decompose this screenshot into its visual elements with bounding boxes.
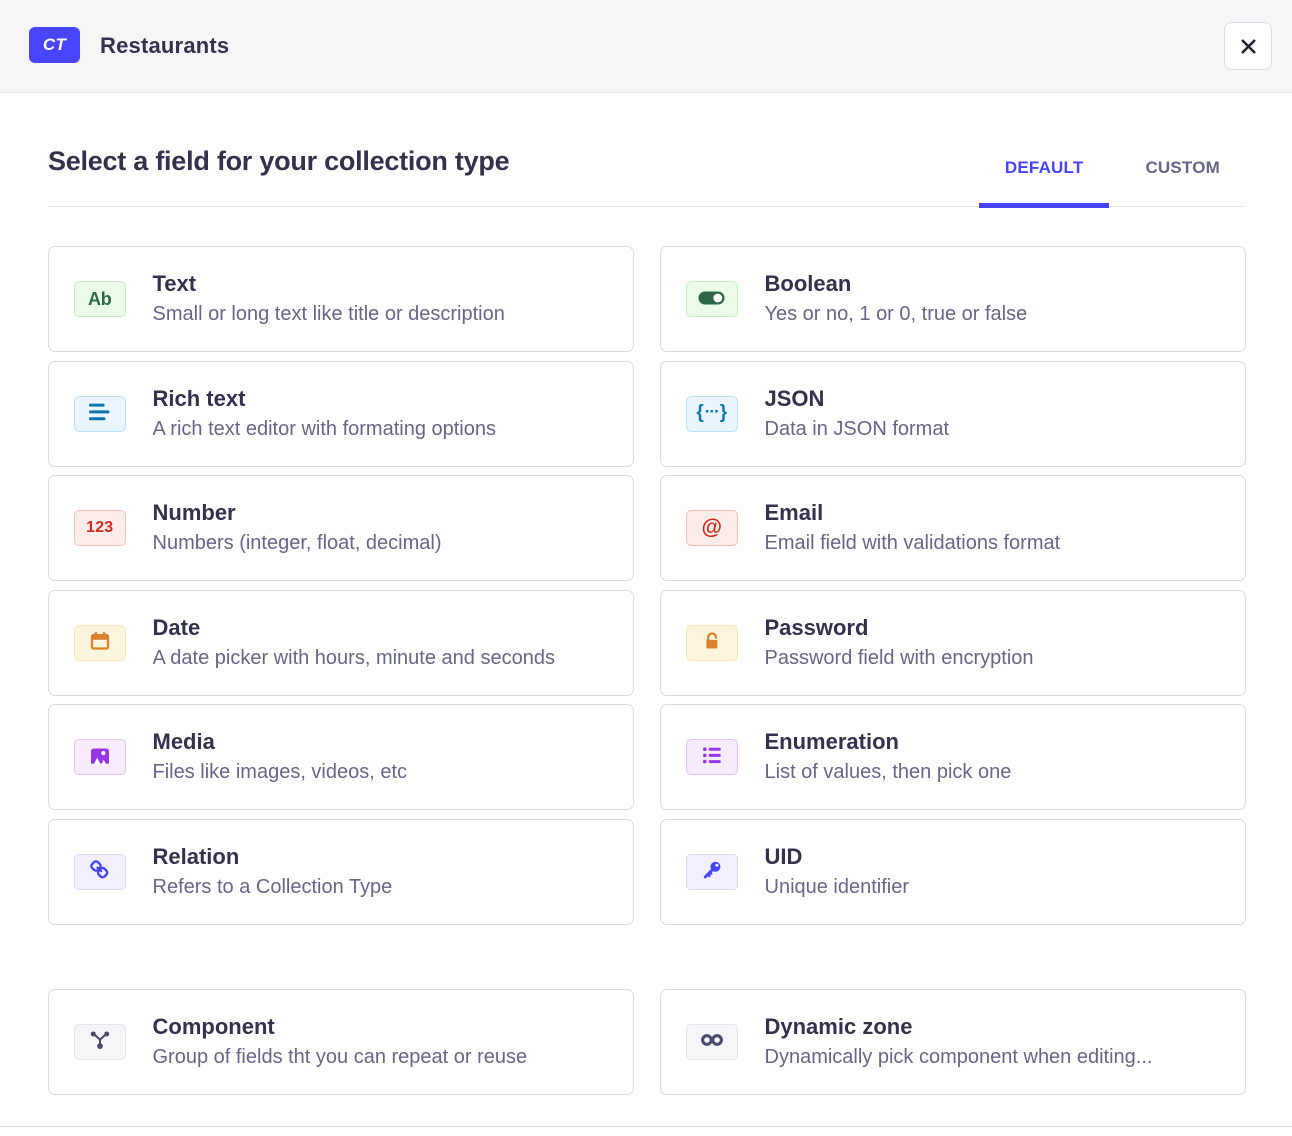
field-description: Unique identifier <box>765 874 910 900</box>
field-title: Relation <box>153 844 393 869</box>
field-title: JSON <box>765 386 950 411</box>
field-title: UID <box>765 844 910 869</box>
field-icon-chip <box>686 625 738 661</box>
field-icon-chip <box>74 625 126 661</box>
tab-custom[interactable]: CUSTOM <box>1119 144 1246 206</box>
media-icon <box>90 748 110 767</box>
dynamiczone-icon <box>700 1034 724 1049</box>
modal-footer <box>0 1126 1292 1136</box>
relation-icon <box>89 860 110 883</box>
default-fields-grid: Ab Text Small or long text like title or… <box>48 246 1246 925</box>
close-icon <box>1240 38 1257 55</box>
field-card-text[interactable]: Ab Text Small or long text like title or… <box>48 246 634 352</box>
collection-type-badge: CT <box>29 27 80 63</box>
close-button[interactable] <box>1224 22 1272 70</box>
heading-row: Select a field for your collection type … <box>48 144 1246 207</box>
password-icon <box>703 632 721 653</box>
field-title: Number <box>153 500 442 525</box>
field-icon-chip <box>74 739 126 775</box>
field-icon-chip <box>74 396 126 432</box>
field-card-dynamiczone[interactable]: Dynamic zone Dynamically pick component … <box>660 989 1246 1095</box>
field-icon-chip <box>686 1024 738 1060</box>
json-icon: {···} <box>696 404 727 423</box>
field-icon-chip: 123 <box>74 510 126 546</box>
modal-header: CT Restaurants <box>0 0 1292 93</box>
field-description: Files like images, videos, etc <box>153 759 408 785</box>
field-icon-chip <box>74 854 126 890</box>
boolean-icon <box>698 291 725 308</box>
uid-icon <box>702 861 722 883</box>
field-description: List of values, then pick one <box>765 759 1012 785</box>
field-description: Yes or no, 1 or 0, true or false <box>765 301 1028 327</box>
field-card-json[interactable]: {···} JSON Data in JSON format <box>660 361 1246 467</box>
field-title: Boolean <box>765 271 1028 296</box>
field-title: Media <box>153 729 408 754</box>
field-icon-chip: {···} <box>686 396 738 432</box>
field-title: Enumeration <box>765 729 1012 754</box>
field-description: A rich text editor with formating option… <box>153 416 497 442</box>
text-icon: Ab <box>88 289 112 310</box>
field-card-boolean[interactable]: Boolean Yes or no, 1 or 0, true or false <box>660 246 1246 352</box>
field-icon-chip <box>686 281 738 317</box>
field-card-enumeration[interactable]: Enumeration List of values, then pick on… <box>660 704 1246 810</box>
modal-title: Restaurants <box>100 0 229 92</box>
component-icon <box>89 1031 111 1053</box>
field-card-date[interactable]: Date A date picker with hours, minute an… <box>48 590 634 696</box>
field-title: Date <box>153 615 555 640</box>
enumeration-icon <box>703 747 721 767</box>
field-card-number[interactable]: 123 Number Numbers (integer, float, deci… <box>48 475 634 581</box>
field-icon-chip: Ab <box>74 281 126 317</box>
email-icon: @ <box>702 516 722 540</box>
field-card-password[interactable]: Password Password field with encryption <box>660 590 1246 696</box>
field-icon-chip <box>686 739 738 775</box>
field-card-email[interactable]: @ Email Email field with validations for… <box>660 475 1246 581</box>
field-description: Numbers (integer, float, decimal) <box>153 530 442 556</box>
tab-default[interactable]: DEFAULT <box>979 144 1110 206</box>
number-icon: 123 <box>86 519 113 537</box>
field-title: Component <box>153 1014 528 1039</box>
field-icon-chip <box>74 1024 126 1060</box>
richtext-icon <box>89 403 110 424</box>
field-description: Password field with encryption <box>765 645 1034 671</box>
advanced-fields-grid: Component Group of fields tht you can re… <box>48 989 1246 1095</box>
field-card-component[interactable]: Component Group of fields tht you can re… <box>48 989 634 1095</box>
field-description: Small or long text like title or descrip… <box>153 301 505 327</box>
field-card-uid[interactable]: UID Unique identifier <box>660 819 1246 925</box>
modal-body: Select a field for your collection type … <box>0 144 1292 1095</box>
field-title: Text <box>153 271 505 296</box>
field-card-richtext[interactable]: Rich text A rich text editor with format… <box>48 361 634 467</box>
field-description: Email field with validations format <box>765 530 1061 556</box>
field-description: Data in JSON format <box>765 416 950 442</box>
field-description: Dynamically pick component when editing.… <box>765 1044 1153 1070</box>
date-icon <box>90 632 110 653</box>
field-title: Email <box>765 500 1061 525</box>
field-title: Dynamic zone <box>765 1014 1153 1039</box>
field-icon-chip: @ <box>686 510 738 546</box>
field-title: Password <box>765 615 1034 640</box>
field-icon-chip <box>686 854 738 890</box>
page-heading: Select a field for your collection type <box>48 144 509 178</box>
field-description: Group of fields tht you can repeat or re… <box>153 1044 528 1070</box>
field-title: Rich text <box>153 386 497 411</box>
field-description: Refers to a Collection Type <box>153 874 393 900</box>
field-description: A date picker with hours, minute and sec… <box>153 645 555 671</box>
tab-list: DEFAULT CUSTOM <box>979 144 1246 206</box>
field-card-media[interactable]: Media Files like images, videos, etc <box>48 704 634 810</box>
field-card-relation[interactable]: Relation Refers to a Collection Type <box>48 819 634 925</box>
